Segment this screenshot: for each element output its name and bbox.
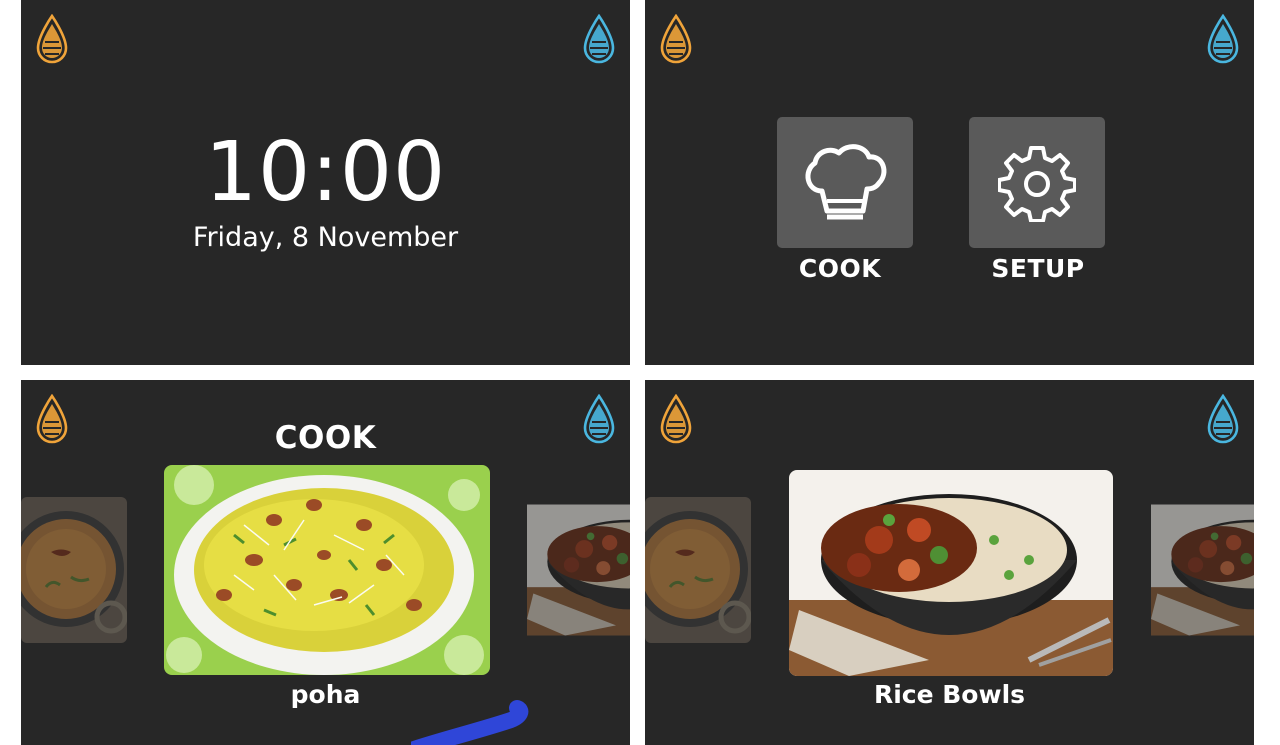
- dish-label: poha: [290, 680, 361, 709]
- orange-drop-icon: [659, 14, 693, 66]
- setup-button[interactable]: [969, 117, 1105, 248]
- curry-image[interactable]: [21, 497, 127, 643]
- cook-label: COOK: [798, 254, 882, 283]
- blue-drop-icon: [1206, 14, 1240, 66]
- clock-time: 10:00: [204, 125, 447, 220]
- gear-icon: [998, 145, 1076, 222]
- menu-screen: COOK SETUP: [645, 0, 1254, 365]
- rice-screen: Rice Bowls: [645, 380, 1254, 745]
- dish-label: Rice Bowls: [873, 680, 1026, 709]
- rice-bowl-image[interactable]: [789, 470, 1113, 676]
- touch-stroke: [411, 700, 529, 745]
- orange-drop-icon: [659, 394, 693, 446]
- setup-label: SETUP: [991, 254, 1085, 283]
- rice-bowl-image[interactable]: [527, 497, 630, 643]
- curry-image[interactable]: [645, 497, 751, 643]
- blue-drop-icon: [582, 14, 616, 66]
- cook-screen: COOK poha: [21, 380, 630, 745]
- cook-button[interactable]: [777, 117, 913, 248]
- rice-bowl-image[interactable]: [1151, 497, 1254, 643]
- clock-screen: 10:00 Friday, 8 November: [21, 0, 630, 365]
- cook-title: COOK: [274, 420, 377, 456]
- poha-image[interactable]: [164, 465, 490, 675]
- orange-drop-icon: [35, 14, 69, 66]
- blue-drop-icon: [1206, 394, 1240, 446]
- clock-date: Friday, 8 November: [192, 222, 459, 253]
- chef-hat-icon: [805, 143, 887, 219]
